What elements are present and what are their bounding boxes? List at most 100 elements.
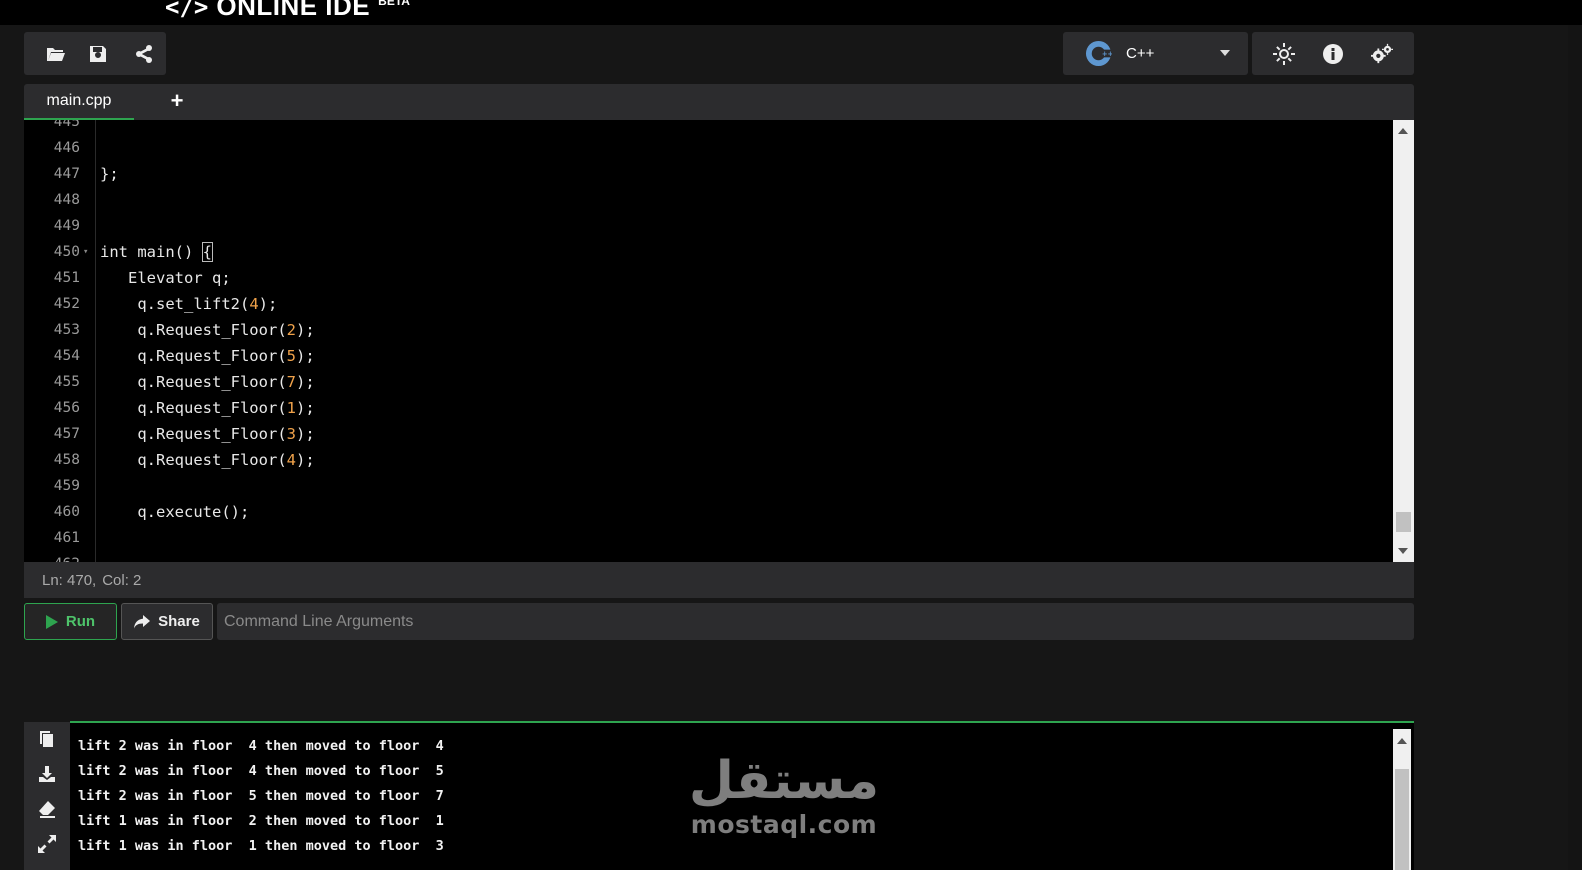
scroll-up-icon[interactable] bbox=[1397, 738, 1407, 744]
cpp-logo-icon: ++ bbox=[1085, 40, 1112, 67]
code-line: 453 q.Request_Floor(2); bbox=[24, 317, 1392, 343]
brand[interactable]: </> ONLINE IDE BETA bbox=[165, 0, 410, 22]
line-number: 453 bbox=[53, 322, 80, 338]
code-line: 446 bbox=[24, 135, 1392, 161]
run-button[interactable]: Run bbox=[24, 603, 117, 640]
settings-icon bbox=[1370, 43, 1393, 63]
save-button[interactable] bbox=[74, 32, 122, 75]
code-line: 462 bbox=[24, 551, 1392, 562]
code-line: 454 q.Request_Floor(5); bbox=[24, 343, 1392, 369]
line-number: 452 bbox=[53, 296, 80, 312]
download-icon bbox=[39, 766, 55, 782]
code-line: 449 bbox=[24, 213, 1392, 239]
theme-icon bbox=[1273, 42, 1296, 65]
fold-arrow-icon[interactable]: ▾ bbox=[83, 239, 88, 265]
info-button[interactable] bbox=[1309, 32, 1357, 75]
scrollbar-thumb[interactable] bbox=[1395, 769, 1409, 870]
output-line: lift 2 was in floor 4 then moved to floo… bbox=[78, 763, 444, 779]
output-line: lift 2 was in floor 5 then moved to floo… bbox=[78, 788, 444, 804]
code-text: Elevator q; bbox=[100, 269, 231, 287]
code-text: }; bbox=[100, 165, 119, 183]
code-line: 456 q.Request_Floor(1); bbox=[24, 395, 1392, 421]
code-text: q.Request_Floor(3); bbox=[100, 425, 315, 443]
copy-output-button[interactable] bbox=[36, 728, 58, 750]
scrollbar-thumb[interactable] bbox=[1396, 512, 1411, 532]
info-icon bbox=[1322, 43, 1343, 64]
scroll-down-icon[interactable] bbox=[1398, 548, 1408, 554]
watermark-arabic: مستقل bbox=[688, 751, 880, 811]
theme-button[interactable] bbox=[1260, 32, 1308, 75]
watermark-latin: mostaql.com bbox=[690, 810, 878, 839]
number-literal: 4 bbox=[249, 295, 259, 313]
chevron-down-icon bbox=[1220, 50, 1230, 56]
number-literal: 4 bbox=[286, 451, 296, 469]
add-tab-button[interactable]: + bbox=[166, 90, 188, 112]
scroll-up-icon[interactable] bbox=[1398, 128, 1408, 134]
tab-main-cpp[interactable]: main.cpp bbox=[24, 84, 134, 120]
line-number: 458 bbox=[53, 452, 80, 468]
code-editor[interactable]: 445 446 447}; 448 449 450 ▾ int main() { 4… bbox=[24, 120, 1414, 562]
code-line: 459 bbox=[24, 473, 1392, 499]
output-toolbar bbox=[24, 722, 70, 870]
run-label: Run bbox=[65, 613, 96, 630]
line-number: 448 bbox=[53, 192, 80, 208]
beta-badge: BETA bbox=[378, 0, 410, 8]
line-number: 462 bbox=[24, 551, 80, 562]
line-number: 459 bbox=[53, 478, 80, 494]
output-line: lift 1 was in floor 1 then moved to floo… bbox=[78, 838, 444, 854]
editor-scrollbar[interactable] bbox=[1393, 120, 1414, 562]
settings-button[interactable] bbox=[1358, 32, 1406, 75]
code-line: 450 ▾ int main() { bbox=[24, 239, 1392, 265]
language-label: C++ bbox=[1126, 45, 1155, 62]
share-label: Share bbox=[158, 613, 200, 630]
page-edge bbox=[1568, 25, 1582, 870]
line-number: 451 bbox=[53, 270, 80, 286]
code-text: q.Request_Floor(5); bbox=[100, 347, 315, 365]
code-line: 461 bbox=[24, 525, 1392, 551]
line-number: 460 bbox=[53, 504, 80, 520]
line-number: 455 bbox=[53, 374, 80, 390]
file-tab-bar: main.cpp + bbox=[24, 84, 1414, 120]
copy-icon bbox=[40, 731, 53, 747]
expand-icon bbox=[38, 835, 56, 853]
output-line: lift 1 was in floor 2 then moved to floo… bbox=[78, 813, 444, 829]
line-number: 447 bbox=[53, 166, 80, 182]
line-number: 446 bbox=[53, 140, 80, 156]
folder-open-icon bbox=[47, 47, 65, 61]
line-number: 449 bbox=[53, 218, 80, 234]
cursor-column: Col: 2 bbox=[102, 571, 142, 589]
line-number: 456 bbox=[53, 400, 80, 416]
share-toolbar-button[interactable] bbox=[122, 32, 166, 75]
code-text: q.Request_Floor(7); bbox=[100, 373, 315, 391]
expand-output-button[interactable] bbox=[36, 833, 58, 855]
command-line-arguments-input[interactable] bbox=[217, 603, 1414, 640]
watermark: مستقل mostaql.com bbox=[686, 752, 882, 846]
clear-output-button[interactable] bbox=[36, 798, 58, 820]
output-scrollbar[interactable] bbox=[1393, 729, 1411, 870]
code-text: q.set_lift2(4); bbox=[100, 295, 278, 313]
number-literal: 2 bbox=[286, 321, 296, 339]
play-icon bbox=[45, 614, 58, 629]
line-number: 445 bbox=[53, 120, 80, 130]
code-text: q.Request_Floor(4); bbox=[100, 451, 315, 469]
eraser-icon bbox=[39, 801, 55, 818]
code-text: q.Request_Floor(1); bbox=[100, 399, 315, 417]
language-selector[interactable]: ++ C++ bbox=[1063, 32, 1248, 75]
line-number: 450 bbox=[53, 244, 80, 260]
code-line: 452 q.set_lift2(4); bbox=[24, 291, 1392, 317]
top-bar: </> ONLINE IDE BETA bbox=[0, 0, 1582, 25]
line-number: 461 bbox=[53, 530, 80, 546]
share-arrow-icon bbox=[134, 614, 151, 628]
number-literal: 7 bbox=[286, 373, 296, 391]
share-icon bbox=[136, 44, 152, 63]
settings-toolbar bbox=[1252, 32, 1414, 75]
brand-name: ONLINE IDE bbox=[216, 0, 371, 21]
share-button[interactable]: Share bbox=[121, 603, 213, 640]
download-output-button[interactable] bbox=[36, 763, 58, 785]
open-button[interactable] bbox=[38, 32, 74, 75]
code-text: q.execute(); bbox=[100, 503, 250, 521]
code-line: 447}; bbox=[24, 161, 1392, 187]
code-line: 448 bbox=[24, 187, 1392, 213]
code-line: 457 q.Request_Floor(3); bbox=[24, 421, 1392, 447]
number-literal: 5 bbox=[286, 347, 296, 365]
